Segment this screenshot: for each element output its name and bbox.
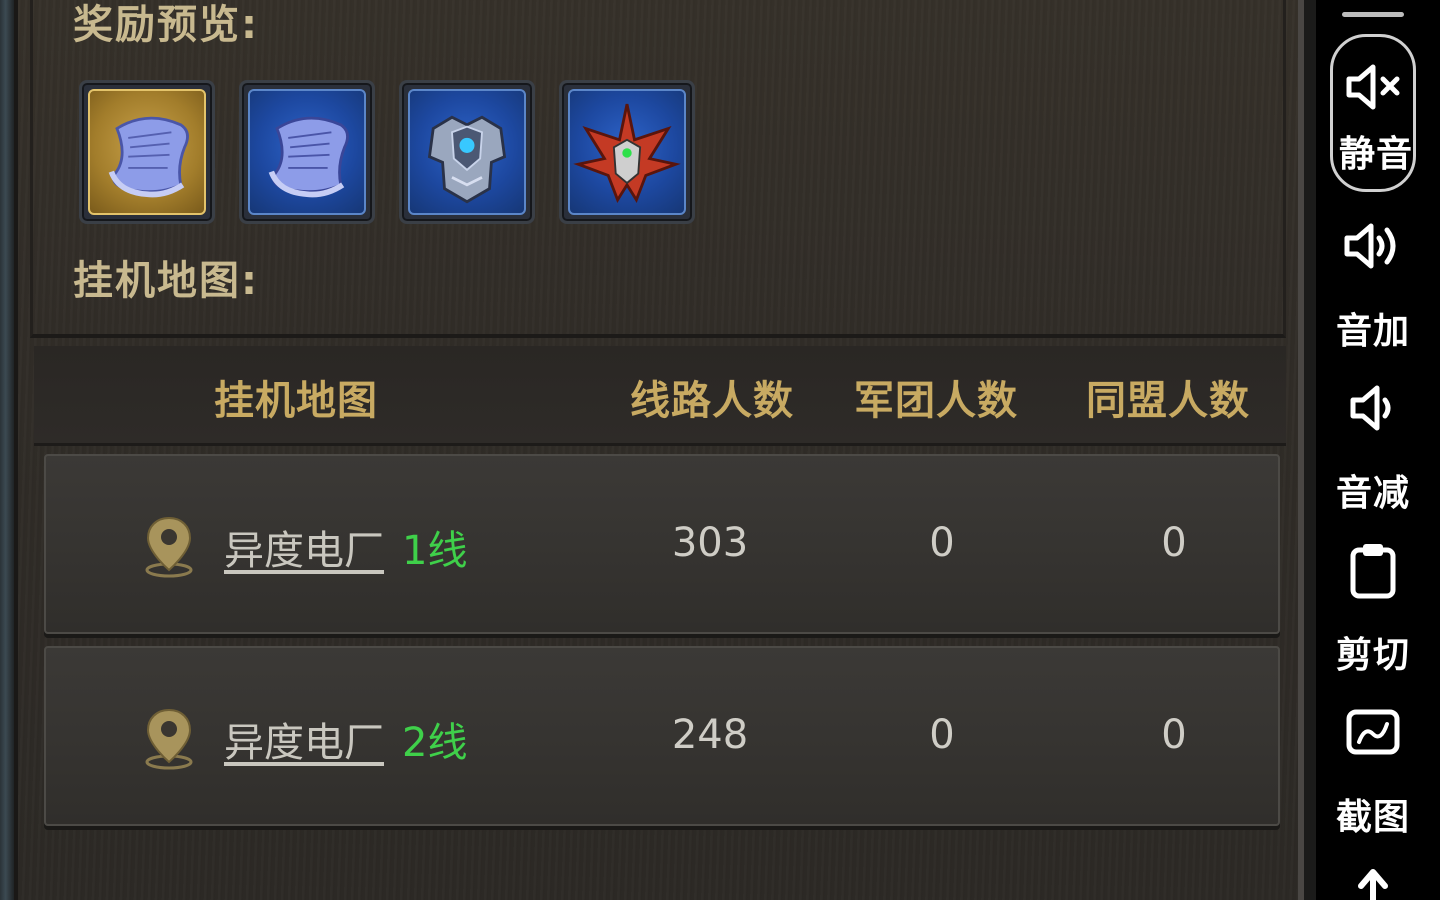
- screenshot-button[interactable]: 截图: [1330, 698, 1416, 848]
- game-screen: 奖励预览: 挂机地图: 挂机地图 线路人数 军团人数 同盟人数 异度电厂 1线 …: [0, 0, 1440, 900]
- clip-label: 剪切: [1335, 635, 1410, 676]
- reward-slot-1[interactable]: [79, 80, 215, 224]
- reward-section: 奖励预览: 挂机地图:: [30, 0, 1286, 338]
- speaker-low-icon: [1350, 385, 1391, 431]
- spiked-helmet-icon: [568, 89, 686, 215]
- table-row[interactable]: 异度电厂 1线 303 0 0: [44, 454, 1280, 634]
- column-header-legion-players: 军团人数: [854, 378, 1018, 424]
- armor-icon: [408, 89, 526, 215]
- column-header-alliance-players: 同盟人数: [1086, 378, 1250, 424]
- reward-slot-3[interactable]: [399, 80, 535, 224]
- volume-up-label: 音加: [1335, 311, 1410, 352]
- scroll-icon: [88, 89, 206, 215]
- clipboard-icon: [1350, 544, 1396, 599]
- mute-button[interactable]: 静音: [1330, 34, 1416, 192]
- line-tag: 2线: [402, 720, 468, 766]
- volume-down-button[interactable]: 音减: [1330, 374, 1416, 524]
- idle-map-label: 挂机地图:: [73, 258, 259, 304]
- toolbar-drag-handle[interactable]: [1342, 12, 1404, 17]
- reward-slot-2[interactable]: [239, 80, 375, 224]
- floating-toolbar: 静音 音加 音减 剪切 截图: [1316, 0, 1440, 900]
- volume-up-button[interactable]: 音加: [1330, 212, 1416, 362]
- more-button[interactable]: [1330, 860, 1416, 900]
- line-players-count: 303: [671, 520, 749, 566]
- map-pin-icon: [145, 516, 193, 578]
- table-row[interactable]: 异度电厂 2线 248 0 0: [44, 646, 1280, 826]
- screenshot-icon: [1346, 709, 1400, 755]
- table-header: 挂机地图 线路人数 军团人数 同盟人数: [34, 346, 1286, 446]
- reward-slot-4[interactable]: [559, 80, 695, 224]
- column-header-map: 挂机地图: [214, 378, 378, 424]
- alliance-players-count: 0: [1161, 712, 1187, 758]
- clip-button[interactable]: 剪切: [1330, 536, 1416, 686]
- game-world-edge: [0, 0, 14, 900]
- legion-players-count: 0: [929, 712, 955, 758]
- speaker-mute-icon: [1346, 64, 1400, 110]
- map-name-link[interactable]: 异度电厂: [224, 518, 384, 576]
- screenshot-label: 截图: [1335, 797, 1410, 838]
- volume-down-label: 音减: [1335, 473, 1410, 514]
- map-pin-icon: [145, 708, 193, 770]
- alliance-players-count: 0: [1161, 520, 1187, 566]
- line-players-count: 248: [671, 712, 749, 758]
- column-header-line-players: 线路人数: [630, 378, 794, 424]
- reward-preview-label: 奖励预览:: [73, 2, 259, 48]
- idle-map-panel: 奖励预览: 挂机地图: 挂机地图 线路人数 军团人数 同盟人数 异度电厂 1线 …: [14, 0, 1304, 900]
- scroll-icon: [248, 89, 366, 215]
- line-tag: 1线: [402, 528, 468, 574]
- speaker-loud-icon: [1344, 223, 1396, 269]
- mute-label: 静音: [1338, 134, 1413, 175]
- map-name-link[interactable]: 异度电厂: [224, 710, 384, 768]
- legion-players-count: 0: [929, 520, 955, 566]
- arrow-up-icon: [1358, 869, 1388, 900]
